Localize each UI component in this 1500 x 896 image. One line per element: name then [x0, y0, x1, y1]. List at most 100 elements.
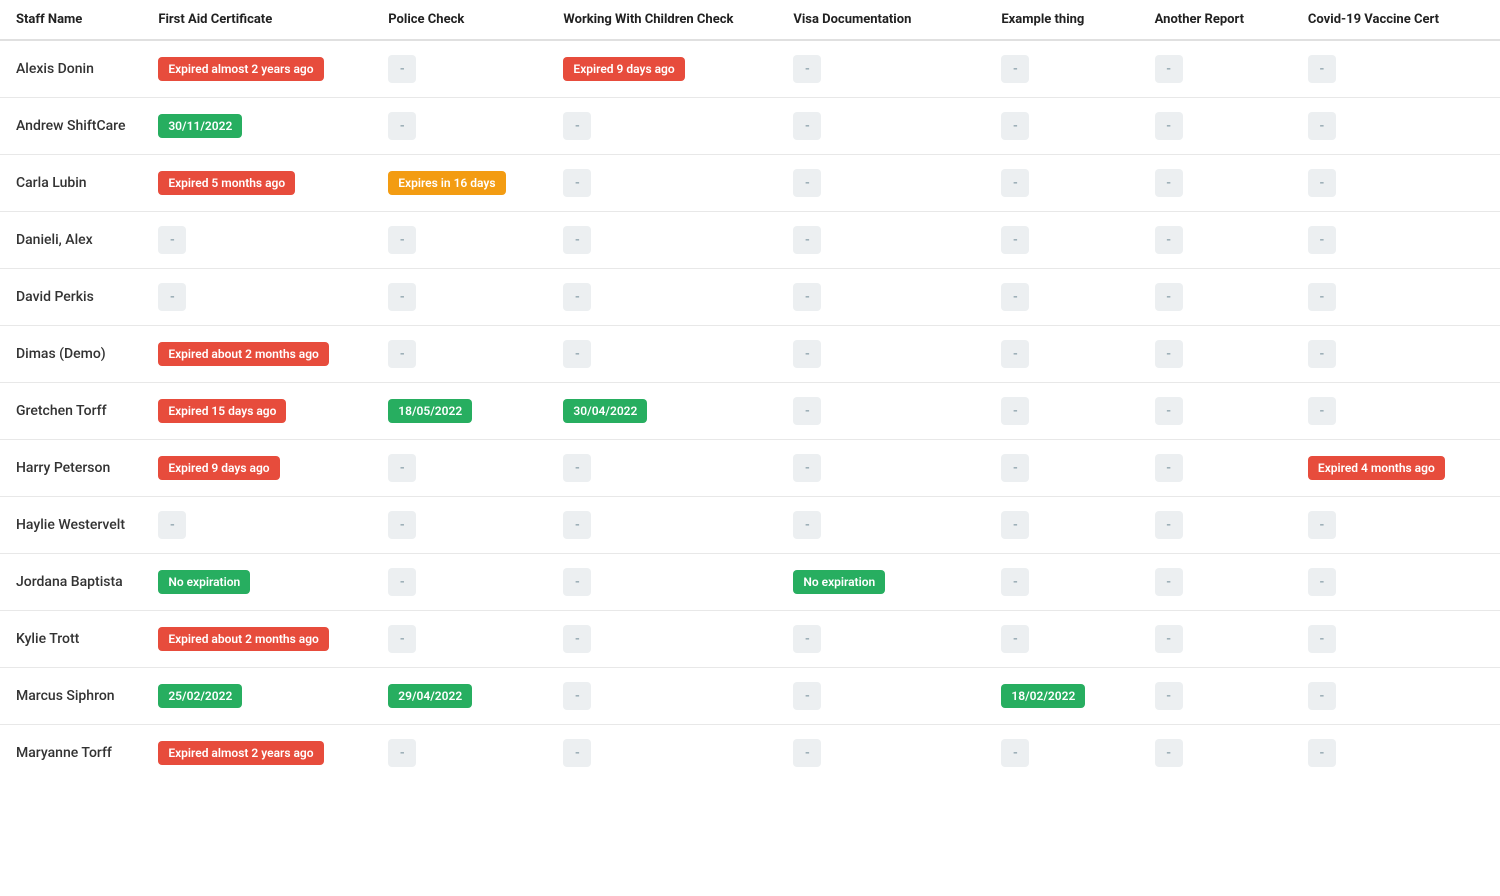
empty-badge[interactable]: - — [1155, 340, 1183, 368]
cell-covid[interactable]: - — [1292, 497, 1500, 554]
empty-badge[interactable]: - — [563, 682, 591, 710]
cell-covid[interactable]: - — [1292, 668, 1500, 725]
empty-badge[interactable]: - — [793, 169, 821, 197]
empty-badge[interactable]: - — [563, 226, 591, 254]
cell-example[interactable]: - — [985, 269, 1138, 326]
cell-police[interactable]: - — [372, 725, 547, 782]
cell-first_aid[interactable]: - — [142, 212, 372, 269]
empty-badge[interactable]: - — [793, 340, 821, 368]
empty-badge[interactable]: - — [1155, 397, 1183, 425]
cell-another[interactable]: - — [1139, 155, 1292, 212]
empty-badge[interactable]: - — [158, 283, 186, 311]
cell-covid[interactable]: Expired 4 months ago — [1292, 440, 1500, 497]
empty-badge[interactable]: - — [1001, 112, 1029, 140]
empty-badge[interactable]: - — [1155, 226, 1183, 254]
cell-another[interactable]: - — [1139, 98, 1292, 155]
empty-badge[interactable]: - — [563, 739, 591, 767]
empty-badge[interactable]: - — [388, 625, 416, 653]
cell-first_aid[interactable]: No expiration — [142, 554, 372, 611]
empty-badge[interactable]: - — [793, 397, 821, 425]
cell-example[interactable]: 18/02/2022 — [985, 668, 1138, 725]
empty-badge[interactable]: - — [388, 226, 416, 254]
empty-badge[interactable]: - — [563, 283, 591, 311]
cell-first_aid[interactable]: Expired 15 days ago — [142, 383, 372, 440]
cell-example[interactable]: - — [985, 155, 1138, 212]
cell-example[interactable]: - — [985, 554, 1138, 611]
cell-wwc[interactable]: - — [547, 326, 777, 383]
cell-police[interactable]: - — [372, 40, 547, 98]
cell-first_aid[interactable]: Expired almost 2 years ago — [142, 40, 372, 98]
status-badge[interactable]: Expired about 2 months ago — [158, 342, 329, 366]
cell-police[interactable]: 29/04/2022 — [372, 668, 547, 725]
cell-another[interactable]: - — [1139, 326, 1292, 383]
cell-first_aid[interactable]: Expired about 2 months ago — [142, 611, 372, 668]
empty-badge[interactable]: - — [1001, 169, 1029, 197]
empty-badge[interactable]: - — [563, 625, 591, 653]
cell-example[interactable]: - — [985, 611, 1138, 668]
cell-police[interactable]: - — [372, 326, 547, 383]
empty-badge[interactable]: - — [563, 169, 591, 197]
empty-badge[interactable]: - — [1308, 682, 1336, 710]
cell-first_aid[interactable]: 25/02/2022 — [142, 668, 372, 725]
empty-badge[interactable]: - — [793, 682, 821, 710]
empty-badge[interactable]: - — [793, 739, 821, 767]
empty-badge[interactable]: - — [1308, 511, 1336, 539]
cell-visa[interactable]: - — [777, 383, 985, 440]
cell-wwc[interactable]: - — [547, 440, 777, 497]
cell-wwc[interactable]: - — [547, 155, 777, 212]
empty-badge[interactable]: - — [1308, 568, 1336, 596]
cell-another[interactable]: - — [1139, 497, 1292, 554]
cell-visa[interactable]: - — [777, 440, 985, 497]
cell-visa[interactable]: - — [777, 497, 985, 554]
cell-police[interactable]: - — [372, 497, 547, 554]
empty-badge[interactable]: - — [388, 283, 416, 311]
empty-badge[interactable]: - — [1001, 568, 1029, 596]
empty-badge[interactable]: - — [563, 340, 591, 368]
cell-covid[interactable]: - — [1292, 155, 1500, 212]
cell-another[interactable]: - — [1139, 383, 1292, 440]
empty-badge[interactable]: - — [1155, 625, 1183, 653]
empty-badge[interactable]: - — [1308, 625, 1336, 653]
cell-example[interactable]: - — [985, 212, 1138, 269]
cell-wwc[interactable]: - — [547, 725, 777, 782]
empty-badge[interactable]: - — [1308, 112, 1336, 140]
cell-covid[interactable]: - — [1292, 725, 1500, 782]
cell-another[interactable]: - — [1139, 611, 1292, 668]
cell-wwc[interactable]: - — [547, 611, 777, 668]
cell-visa[interactable]: No expiration — [777, 554, 985, 611]
cell-police[interactable]: - — [372, 611, 547, 668]
empty-badge[interactable]: - — [793, 226, 821, 254]
cell-first_aid[interactable]: Expired 9 days ago — [142, 440, 372, 497]
empty-badge[interactable]: - — [1155, 682, 1183, 710]
cell-wwc[interactable]: - — [547, 269, 777, 326]
empty-badge[interactable]: - — [1308, 397, 1336, 425]
cell-visa[interactable]: - — [777, 668, 985, 725]
status-badge[interactable]: No expiration — [793, 570, 885, 594]
empty-badge[interactable]: - — [1001, 454, 1029, 482]
cell-first_aid[interactable]: 30/11/2022 — [142, 98, 372, 155]
cell-visa[interactable]: - — [777, 725, 985, 782]
cell-wwc[interactable]: Expired 9 days ago — [547, 40, 777, 98]
cell-wwc[interactable]: 30/04/2022 — [547, 383, 777, 440]
cell-visa[interactable]: - — [777, 326, 985, 383]
status-badge[interactable]: Expired about 2 months ago — [158, 627, 329, 651]
empty-badge[interactable]: - — [1155, 568, 1183, 596]
cell-covid[interactable]: - — [1292, 40, 1500, 98]
cell-example[interactable]: - — [985, 440, 1138, 497]
status-badge[interactable]: Expired 15 days ago — [158, 399, 286, 423]
empty-badge[interactable]: - — [563, 568, 591, 596]
status-badge[interactable]: 18/02/2022 — [1001, 684, 1085, 708]
empty-badge[interactable]: - — [793, 625, 821, 653]
status-badge[interactable]: Expires in 16 days — [388, 171, 505, 195]
empty-badge[interactable]: - — [793, 112, 821, 140]
cell-wwc[interactable]: - — [547, 98, 777, 155]
empty-badge[interactable]: - — [1308, 226, 1336, 254]
cell-another[interactable]: - — [1139, 212, 1292, 269]
cell-covid[interactable]: - — [1292, 383, 1500, 440]
empty-badge[interactable]: - — [1001, 625, 1029, 653]
status-badge[interactable]: Expired 9 days ago — [563, 57, 684, 81]
status-badge[interactable]: Expired 4 months ago — [1308, 456, 1445, 480]
empty-badge[interactable]: - — [1001, 739, 1029, 767]
status-badge[interactable]: No expiration — [158, 570, 250, 594]
empty-badge[interactable]: - — [1001, 283, 1029, 311]
